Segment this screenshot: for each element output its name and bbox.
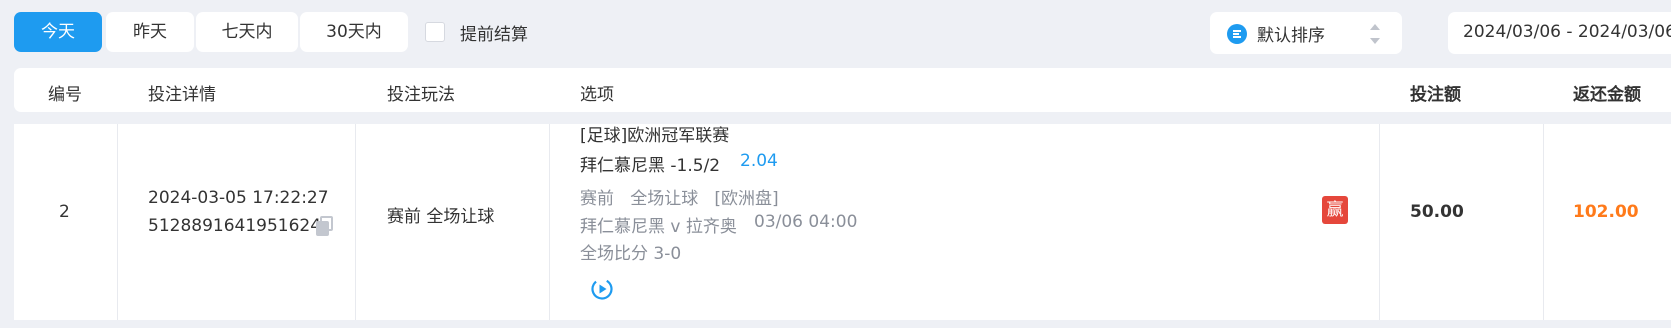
header-number: 编号 (48, 85, 82, 105)
sort-label: 默认排序 (1257, 26, 1325, 46)
column-divider (355, 124, 356, 320)
bet-type: 赛前 全场让球 (387, 207, 495, 227)
header-stake: 投注额 (1410, 85, 1461, 105)
column-divider (1379, 124, 1380, 320)
match-teams: 拜仁慕尼黑 v 拉齐奥 (580, 217, 737, 237)
tab-thirty-days[interactable]: 30天内 (300, 12, 408, 52)
tab-yesterday[interactable]: 昨天 (106, 12, 194, 52)
tab-today[interactable]: 今天 (14, 12, 102, 52)
column-divider (549, 124, 550, 320)
match-time: 03/06 04:00 (754, 212, 858, 232)
list-icon (1227, 24, 1247, 44)
date-range-picker[interactable]: 2024/03/06 - 2024/03/06 (1448, 12, 1671, 54)
stake-amount: 50.00 (1410, 202, 1464, 222)
header-bet-details: 投注详情 (148, 85, 216, 105)
date-range-value: 2024/03/06 - 2024/03/06 (1463, 22, 1671, 42)
score: 全场比分 3-0 (580, 244, 682, 264)
league-name: [足球]欧洲冠军联赛 (580, 126, 730, 146)
row-number: 2 (59, 202, 70, 222)
header-bet-type: 投注玩法 (387, 85, 455, 105)
order-id: 5128891641951624 (148, 216, 322, 236)
table-header: 编号 投注详情 投注玩法 选项 投注额 返还金额 (14, 68, 1671, 112)
selection: 拜仁慕尼黑 -1.5/2 (580, 156, 721, 176)
header-return-amount: 返还金额 (1573, 85, 1641, 105)
column-divider (1543, 124, 1544, 320)
copy-icon[interactable] (316, 216, 334, 236)
header-options: 选项 (580, 85, 614, 105)
sort-arrows-icon (1370, 24, 1380, 44)
tab-seven-days[interactable]: 七天内 (196, 12, 298, 52)
early-settle-label: 提前结算 (460, 25, 528, 45)
win-badge: 赢 (1322, 196, 1348, 224)
date-filter-tabs: 今天 昨天 七天内 30天内 (14, 12, 408, 52)
market-info: 赛前 全场让球 [欧洲盘] (580, 189, 779, 209)
play-video-icon[interactable] (591, 278, 613, 300)
early-settle-checkbox[interactable] (425, 22, 445, 42)
table-row: 2 2024-03-05 17:22:27 5128891641951624 赛… (14, 124, 1671, 320)
bet-datetime: 2024-03-05 17:22:27 (148, 188, 329, 208)
column-divider (117, 124, 118, 320)
return-amount: 102.00 (1573, 202, 1639, 222)
sort-select[interactable]: 默认排序 (1210, 12, 1402, 54)
odds: 2.04 (740, 151, 778, 171)
